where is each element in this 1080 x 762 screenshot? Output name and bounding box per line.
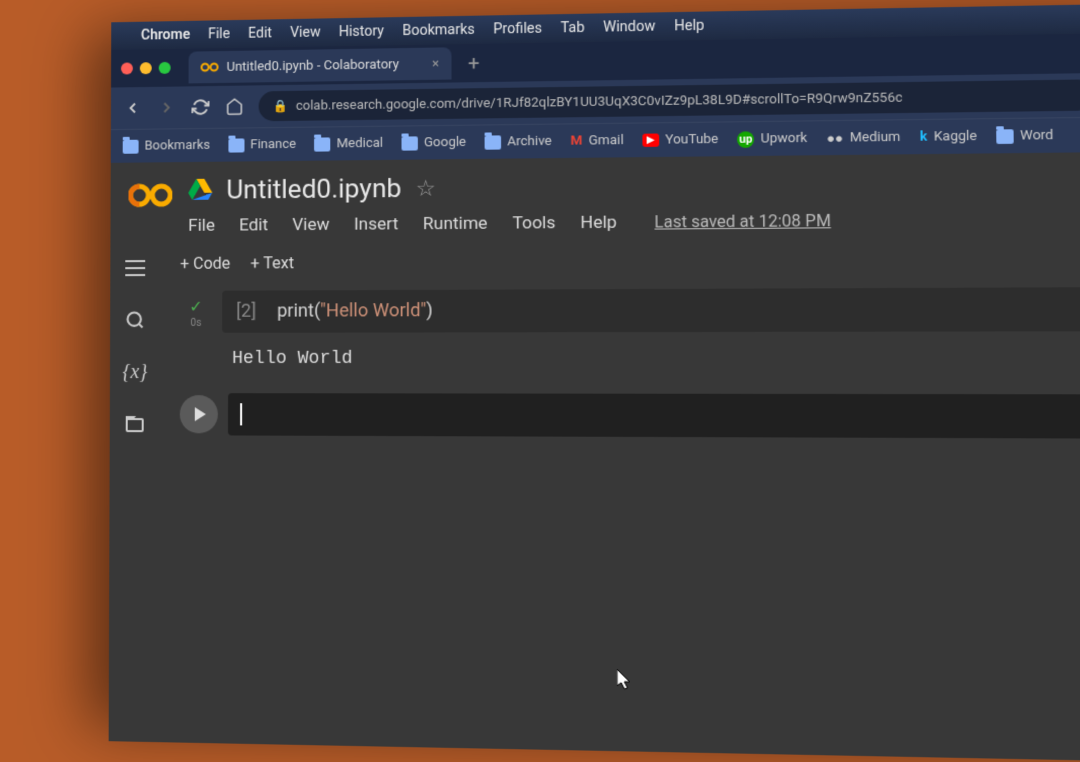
colab-menu-file[interactable]: File [188, 216, 215, 236]
cell-status: ✓ 0s [180, 291, 212, 329]
bookmark-folder-bookmarks[interactable]: Bookmarks [123, 138, 210, 154]
macos-menu-file[interactable]: File [208, 26, 230, 42]
folder-icon [314, 137, 330, 151]
new-tab-button[interactable]: + [460, 51, 488, 76]
folder-icon [485, 135, 502, 149]
check-icon: ✓ [189, 297, 202, 316]
bookmark-folder-archive[interactable]: Archive [485, 134, 552, 150]
window-controls [121, 62, 171, 75]
reload-button[interactable] [190, 97, 210, 117]
bookmark-upwork[interactable]: upUpwork [737, 130, 807, 147]
bookmark-medium[interactable]: ●●Medium [826, 129, 900, 146]
folder-icon [123, 139, 139, 153]
folder-icon [228, 138, 244, 152]
upwork-icon: up [737, 131, 754, 148]
macos-menu-profiles[interactable]: Profiles [493, 21, 542, 38]
add-code-button[interactable]: + Code [180, 254, 230, 273]
youtube-icon: ▶ [642, 133, 659, 146]
code-cell-content[interactable]: [2] print("Hello World") [222, 287, 1080, 333]
colab-body: {x} + Code + Text ✓ 0s [2] print("Hello … [109, 238, 1080, 762]
close-tab-icon[interactable]: × [432, 56, 439, 71]
address-bar[interactable]: 🔒 colab.research.google.com/drive/1RJf82… [259, 79, 1080, 121]
last-saved-text[interactable]: Last saved at 12:08 PM [654, 211, 831, 232]
macos-menu-tab[interactable]: Tab [561, 20, 585, 37]
macos-app-name[interactable]: Chrome [141, 27, 190, 44]
colab-menu-help[interactable]: Help [580, 212, 616, 233]
code-cell-empty[interactable] [180, 393, 1080, 439]
colab-menu-tools[interactable]: Tools [512, 213, 555, 234]
close-window-button[interactable] [121, 62, 133, 74]
code-string: "Hello World" [320, 300, 426, 322]
code-cell-executed[interactable]: ✓ 0s [2] print("Hello World") [180, 287, 1080, 333]
exec-time: 0s [191, 318, 202, 329]
cell-output: Hello World [232, 348, 1080, 369]
home-button[interactable] [224, 97, 244, 117]
kaggle-icon: k [920, 129, 928, 145]
colab-sidebar: {x} [109, 244, 161, 742]
star-icon[interactable]: ☆ [416, 176, 436, 201]
minimize-window-button[interactable] [140, 62, 152, 74]
variables-icon[interactable]: {x} [123, 360, 147, 384]
bookmark-word[interactable]: Word [996, 128, 1053, 144]
lock-icon: 🔒 [273, 99, 288, 113]
browser-tab[interactable]: Untitled0.ipynb - Colaboratory × [189, 47, 452, 83]
colab-menu-view[interactable]: View [292, 215, 329, 235]
colab-favicon-icon [201, 61, 219, 73]
back-button[interactable] [123, 98, 143, 118]
exec-count: [2] [236, 301, 256, 322]
macos-menu-bookmarks[interactable]: Bookmarks [402, 22, 474, 39]
macos-menu-history[interactable]: History [339, 23, 384, 40]
maximize-window-button[interactable] [159, 62, 171, 74]
macos-menu-window[interactable]: Window [603, 19, 655, 36]
url-text: colab.research.google.com/drive/1RJf82ql… [296, 90, 903, 113]
bookmark-folder-medical[interactable]: Medical [314, 136, 383, 152]
medium-icon: ●● [826, 130, 843, 147]
bookmark-folder-google[interactable]: Google [401, 135, 466, 151]
colab-menu-edit[interactable]: Edit [239, 215, 268, 235]
colab-logo-icon[interactable] [128, 180, 172, 210]
bookmark-gmail[interactable]: MGmail [570, 133, 623, 149]
macos-menu-help[interactable]: Help [674, 18, 704, 35]
bookmark-kaggle[interactable]: kKaggle [920, 129, 977, 145]
run-cell-button[interactable] [180, 395, 218, 433]
files-icon[interactable] [123, 412, 147, 436]
forward-button[interactable] [157, 98, 177, 118]
colab-header: Untitled0.ipynb ☆ File Edit View Insert … [110, 152, 1080, 245]
cell-actions: + Code + Text [180, 248, 1080, 273]
macos-menu-view[interactable]: View [290, 24, 321, 40]
tab-title: Untitled0.ipynb - Colaboratory [227, 57, 400, 75]
colab-menu-insert[interactable]: Insert [354, 214, 398, 234]
macos-menu-edit[interactable]: Edit [248, 25, 272, 41]
bookmark-folder-finance[interactable]: Finance [228, 137, 296, 153]
google-drive-icon [188, 179, 212, 203]
colab-menu-bar: File Edit View Insert Runtime Tools Help… [188, 208, 1080, 235]
search-icon[interactable] [123, 308, 147, 332]
notebook-title[interactable]: Untitled0.ipynb [226, 174, 401, 206]
gmail-icon: M [570, 133, 582, 148]
folder-icon [401, 136, 417, 150]
bookmark-youtube[interactable]: ▶YouTube [642, 132, 718, 148]
colab-menu-runtime[interactable]: Runtime [423, 213, 488, 234]
mouse-cursor-icon [617, 669, 634, 695]
folder-icon [996, 129, 1014, 144]
text-cursor [240, 403, 242, 425]
add-text-button[interactable]: + Text [250, 253, 294, 272]
table-of-contents-icon[interactable] [123, 256, 147, 280]
code-function: print [277, 300, 314, 321]
play-icon [195, 407, 206, 421]
empty-code-input[interactable] [228, 393, 1080, 438]
